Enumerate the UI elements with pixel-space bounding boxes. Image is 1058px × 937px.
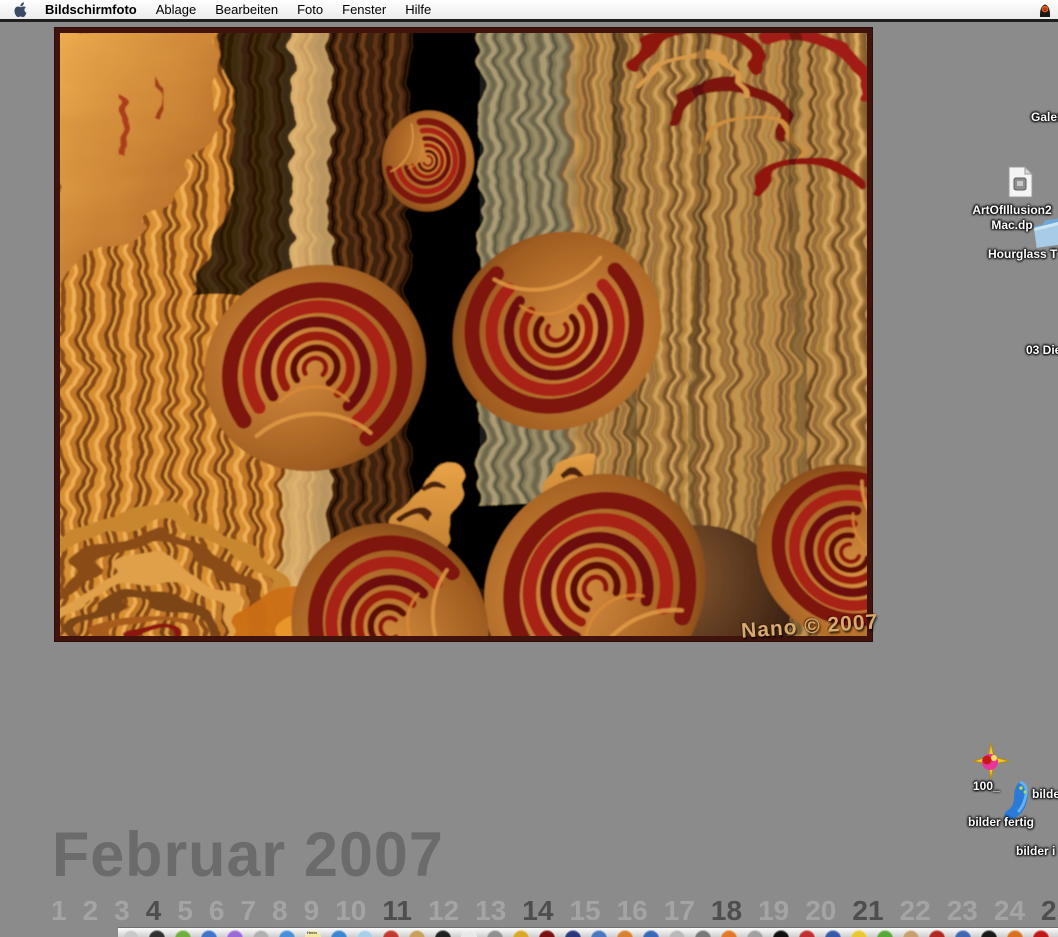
dock-icon-22[interactable] <box>669 930 685 937</box>
dock-icon-7[interactable] <box>279 930 295 937</box>
desktop: { "menu_bar": { "apple_logo": "apple-ico… <box>0 0 1058 937</box>
dock-icon-10[interactable] <box>357 930 373 937</box>
calendar-day-21: 21 <box>852 895 884 926</box>
menu-item-hilfe[interactable]: Hilfe <box>405 2 431 17</box>
desktop-icon-100[interactable]: 100_ <box>973 779 1000 793</box>
dock-icon-24[interactable] <box>721 930 737 937</box>
dock-icon-34[interactable] <box>981 930 997 937</box>
desktop-icon-bilder-fertig[interactable]: bilder fertig <box>968 815 1034 829</box>
document-icon[interactable] <box>1007 165 1034 203</box>
calendar-day-5: 5 <box>177 895 193 926</box>
calendar-day-2: 2 <box>82 895 99 926</box>
dock-icon-25[interactable] <box>747 930 763 937</box>
apple-menu[interactable] <box>13 1 28 18</box>
desktop-icon-03-die[interactable]: 03 Die <box>1026 343 1058 357</box>
calendar-day-23: 23 <box>946 895 978 926</box>
dock-icon-28[interactable] <box>825 930 841 937</box>
calendar-day-9: 9 <box>303 895 320 926</box>
calendar-day-25: 25 <box>1041 895 1058 926</box>
desktop-icon-galerie[interactable]: Galer <box>1031 110 1058 124</box>
calendar-day-19: 19 <box>758 895 790 926</box>
calendar-day-20: 20 <box>805 895 837 926</box>
menu-items: Ablage Bearbeiten Foto Fenster Hilfe <box>156 2 431 17</box>
calendar-title: Februar 2007 <box>52 819 444 890</box>
dock-icon-12[interactable] <box>409 930 425 937</box>
calendar-day-18: 18 <box>710 895 743 926</box>
dock-icon-9[interactable] <box>331 930 347 937</box>
apple-icon <box>14 2 27 18</box>
dock-icon-18[interactable] <box>565 930 581 937</box>
dock-icon-5[interactable] <box>227 930 243 937</box>
artofillusion-label-line2: Mac.dp <box>991 218 1033 232</box>
dock-icon-21[interactable] <box>643 930 659 937</box>
artwork-window[interactable]: Nano © 2007 <box>55 28 879 643</box>
calendar-day-10: 10 <box>335 895 367 926</box>
calendar-day-12: 12 <box>427 895 460 926</box>
dock-icon-2[interactable] <box>149 930 165 937</box>
calendar-day-15: 15 <box>569 895 601 926</box>
dock-icon-4[interactable] <box>201 930 217 937</box>
calendar-day-4: 4 <box>145 895 162 926</box>
app-menu-bildschirmfoto[interactable]: Bildschirmfoto <box>45 2 137 17</box>
desktop-icon-bilder-i[interactable]: bilder i <box>1016 844 1055 858</box>
dock-icon-15[interactable] <box>487 930 503 937</box>
hooded-figure-menu-icon[interactable] <box>1037 1 1053 22</box>
menu-item-ablage[interactable]: Ablage <box>156 2 196 17</box>
menu-item-bearbeiten[interactable]: Bearbeiten <box>215 2 278 17</box>
dock-icon-32[interactable] <box>929 930 945 937</box>
dock-icon-36[interactable] <box>1033 930 1049 937</box>
dock[interactable]: Henn <box>118 927 1058 937</box>
dock-icon-3[interactable] <box>175 930 191 937</box>
menu-item-foto[interactable]: Foto <box>297 2 323 17</box>
dock-icon-13[interactable] <box>435 930 451 937</box>
dock-icon-14[interactable] <box>461 930 477 937</box>
calendar-day-8: 8 <box>272 895 288 926</box>
dock-icon-20[interactable] <box>617 930 633 937</box>
menu-item-fenster[interactable]: Fenster <box>342 2 386 17</box>
desktop-icon-bilder[interactable]: bilder <box>1032 787 1058 801</box>
dock-icon-35[interactable] <box>1007 930 1023 937</box>
dock-icon-19[interactable] <box>591 930 607 937</box>
calendar-day-6: 6 <box>208 895 225 926</box>
dock-icon-11[interactable] <box>383 930 399 937</box>
dock-icon-33[interactable] <box>955 930 971 937</box>
calendar-day-1: 1 <box>51 895 67 926</box>
dock-icon-16[interactable] <box>513 930 529 937</box>
calendar-day-3: 3 <box>114 895 130 926</box>
dock-icon-23[interactable] <box>695 930 711 937</box>
dock-icon-label: Henn <box>307 930 317 935</box>
dock-icon-8[interactable]: Henn <box>305 930 321 937</box>
dock-icon-26[interactable] <box>773 930 789 937</box>
dock-icon-29[interactable] <box>851 930 867 937</box>
artofillusion-label-line1: ArtOfIllusion2 <box>972 203 1052 217</box>
calendar-day-11: 11 <box>382 895 412 926</box>
dock-icon-31[interactable] <box>903 930 919 937</box>
calendar-days-row: 1 2 3 4 5 6 7 8 9 10 11 12 13 14 15 16 17 18 19 20 21 22 23 24 2… <box>51 895 1058 927</box>
menu-bar: Bildschirmfoto Ablage Bearbeiten Foto Fe… <box>0 0 1058 22</box>
calendar-day-7: 7 <box>240 895 257 926</box>
dock-icon-17[interactable] <box>539 930 555 937</box>
dock-icon-27[interactable] <box>799 930 815 937</box>
calendar-day-13: 13 <box>475 895 507 926</box>
calendar-day-16: 16 <box>616 895 648 926</box>
dock-icon-30[interactable] <box>877 930 893 937</box>
desktop-icon-artofillusion[interactable]: ArtOfIllusion2 Mac.dp <box>962 203 1058 233</box>
fractal-artwork <box>60 33 867 636</box>
calendar-day-22: 22 <box>899 895 931 926</box>
calendar-day-24: 24 <box>993 895 1025 926</box>
calendar-day-14: 14 <box>522 895 554 926</box>
desktop-icon-hourglass[interactable]: Hourglass T <box>988 247 1057 261</box>
dock-icon-6[interactable] <box>253 930 269 937</box>
dock-icon-1[interactable] <box>123 930 139 937</box>
calendar-day-17: 17 <box>663 895 695 926</box>
